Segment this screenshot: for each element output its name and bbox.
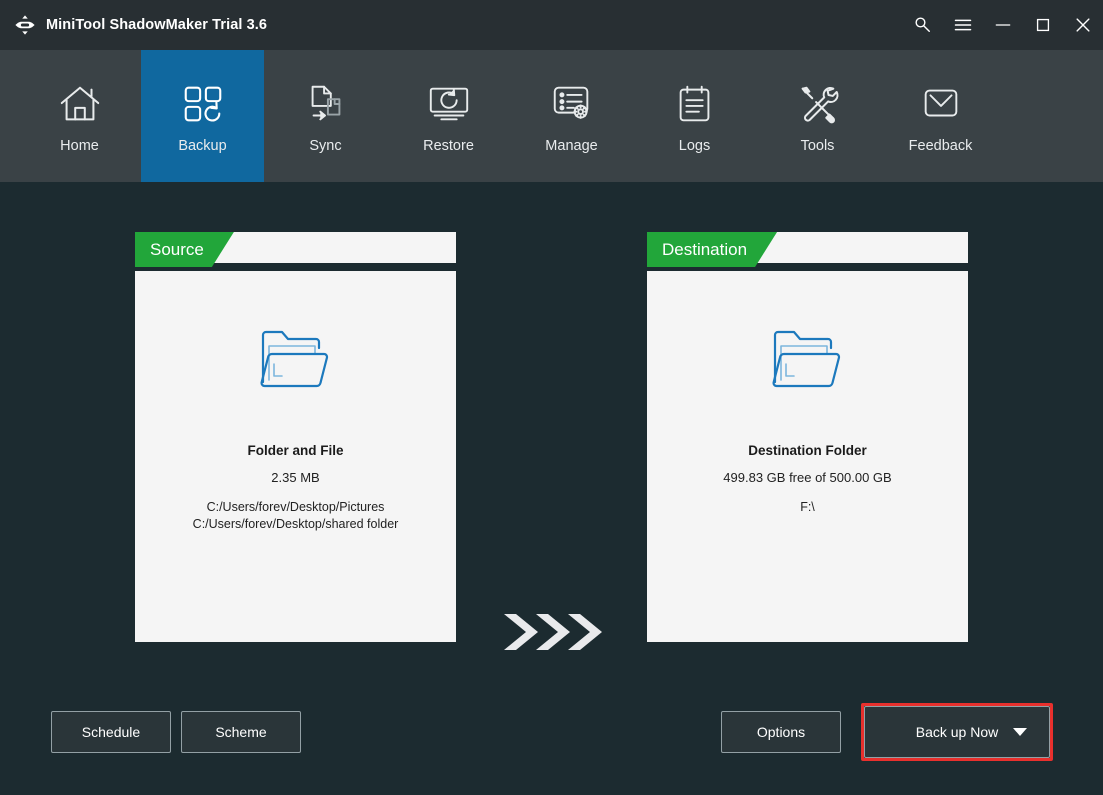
triple-chevron-right-icon bbox=[497, 602, 612, 662]
home-icon bbox=[57, 79, 103, 127]
backup-now-highlight: Back up Now bbox=[861, 703, 1053, 761]
folder-icon bbox=[257, 324, 335, 404]
source-path-2: C:/Users/forev/Desktop/shared folder bbox=[192, 517, 399, 531]
nav-item-restore[interactable]: Restore bbox=[387, 50, 510, 182]
nav-item-tools[interactable]: Tools bbox=[756, 50, 879, 182]
backup-now-label: Back up Now bbox=[915, 724, 999, 740]
destination-tab-label: Destination bbox=[647, 232, 777, 267]
nav-label: Home bbox=[60, 137, 99, 154]
source-path-1: C:/Users/forev/Desktop/Pictures bbox=[206, 500, 385, 514]
source-selector[interactable]: Folder and File 2.35 MB C:/Users/forev/D… bbox=[135, 271, 456, 642]
feedback-envelope-icon bbox=[918, 79, 964, 127]
schedule-button[interactable]: Schedule bbox=[51, 711, 171, 753]
destination-selector[interactable]: Destination Folder 499.83 GB free of 500… bbox=[647, 271, 968, 642]
backup-grid-icon bbox=[180, 79, 226, 127]
destination-free-space: 499.83 GB free of 500.00 GB bbox=[723, 470, 892, 485]
window-controls bbox=[903, 0, 1103, 50]
scheme-button[interactable]: Scheme bbox=[181, 711, 301, 753]
destination-panel-header: Destination bbox=[647, 232, 968, 267]
nav-label: Logs bbox=[678, 137, 711, 154]
main-navigation: Home Backup Sync Restore Manage Logs Too… bbox=[0, 50, 1103, 182]
source-paths: C:/Users/forev/Desktop/Pictures C:/Users… bbox=[193, 499, 399, 533]
source-panel: Source Folder and File 2.35 MB C:/Users/… bbox=[135, 232, 456, 642]
nav-item-feedback[interactable]: Feedback bbox=[879, 50, 1002, 182]
caret-down-icon[interactable] bbox=[1013, 728, 1027, 736]
backup-now-button[interactable]: Back up Now bbox=[864, 706, 1050, 758]
nav-label: Restore bbox=[423, 137, 474, 154]
key-icon[interactable] bbox=[903, 0, 943, 50]
nav-label: Sync bbox=[309, 137, 342, 154]
close-icon[interactable] bbox=[1063, 0, 1103, 50]
sync-files-icon bbox=[303, 79, 349, 127]
footer-actions: Schedule Scheme Options Back up Now bbox=[0, 703, 1103, 761]
source-title: Folder and File bbox=[247, 443, 344, 458]
hamburger-icon[interactable] bbox=[943, 0, 983, 50]
options-button[interactable]: Options bbox=[721, 711, 841, 753]
destination-panel: Destination Destination Folder 499.83 GB… bbox=[647, 232, 968, 642]
app-title: MiniTool ShadowMaker Trial 3.6 bbox=[46, 17, 268, 33]
folder-icon bbox=[769, 324, 847, 404]
nav-item-sync[interactable]: Sync bbox=[264, 50, 387, 182]
nav-item-manage[interactable]: Manage bbox=[510, 50, 633, 182]
source-size: 2.35 MB bbox=[271, 470, 320, 485]
nav-item-backup[interactable]: Backup bbox=[141, 50, 264, 182]
tools-wrench-screwdriver-icon bbox=[795, 79, 841, 127]
nav-label: Feedback bbox=[908, 137, 973, 154]
source-panel-header: Source bbox=[135, 232, 456, 267]
nav-label: Backup bbox=[178, 137, 227, 154]
maximize-icon[interactable] bbox=[1023, 0, 1063, 50]
title-bar: MiniTool ShadowMaker Trial 3.6 bbox=[0, 0, 1103, 50]
nav-label: Manage bbox=[545, 137, 598, 154]
destination-drive: F:\ bbox=[800, 500, 815, 514]
destination-title: Destination Folder bbox=[748, 443, 867, 458]
restore-monitor-icon bbox=[426, 79, 472, 127]
nav-label: Tools bbox=[800, 137, 835, 154]
nav-item-home[interactable]: Home bbox=[18, 50, 141, 182]
minimize-icon[interactable] bbox=[983, 0, 1023, 50]
move-arrows-logo-icon bbox=[12, 12, 38, 38]
nav-item-logs[interactable]: Logs bbox=[633, 50, 756, 182]
manage-list-gear-icon bbox=[549, 79, 595, 127]
logs-clipboard-icon bbox=[672, 79, 718, 127]
